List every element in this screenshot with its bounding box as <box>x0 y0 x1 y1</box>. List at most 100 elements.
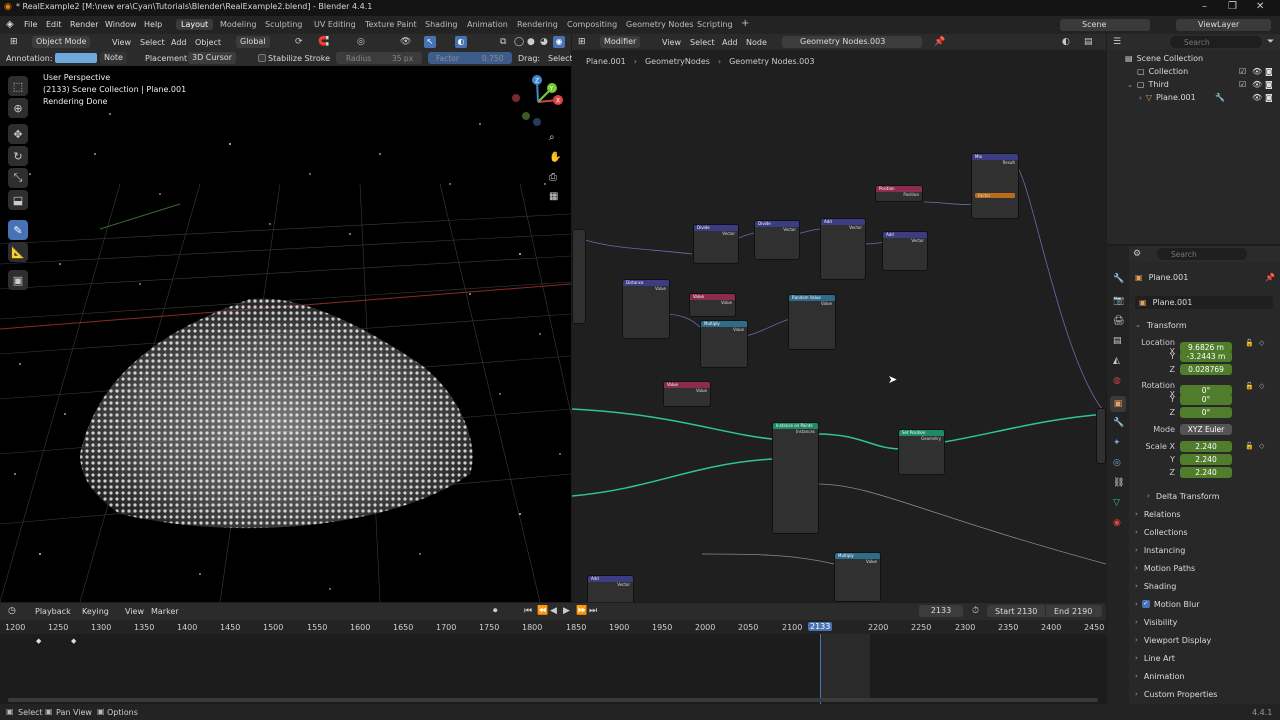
pin-icon[interactable]: 📌 <box>934 37 945 47</box>
play-icon[interactable]: ▶ <box>563 606 570 616</box>
snap-icon[interactable]: 🧲 <box>318 37 329 47</box>
view-layer-tab-icon[interactable]: ▤ <box>1113 336 1122 346</box>
panel-relations[interactable]: › Relations <box>1135 506 1181 522</box>
node-multiply-2[interactable]: Multiply Value <box>834 552 881 602</box>
panel-motion-blur[interactable]: › ✓ Motion Blur <box>1135 596 1200 612</box>
tab-animation[interactable]: Animation <box>462 19 513 30</box>
outliner-type-icon[interactable]: ☰ <box>1113 37 1121 47</box>
close-button[interactable]: ✕ <box>1256 1 1264 12</box>
stopwatch-icon[interactable]: ⏱ <box>972 606 979 616</box>
tab-uv-editing[interactable]: UV Editing <box>309 19 361 30</box>
checkbox-icon[interactable]: ☑ <box>1239 67 1246 76</box>
tab-rendering[interactable]: Rendering <box>512 19 563 30</box>
tab-geometry-nodes[interactable]: Geometry Nodes <box>621 19 698 30</box>
timeline-menu-keying[interactable]: Keying <box>82 607 109 616</box>
breadcrumb-object[interactable]: Plane.001 <box>586 57 626 66</box>
gizmo-toggle-icon[interactable]: ↖ <box>424 36 436 48</box>
modifier-wrench-icon[interactable]: 🔧 <box>1215 93 1225 102</box>
breadcrumb-modifier[interactable]: GeometryNodes <box>645 57 710 66</box>
camera-render-icon[interactable]: ◙ <box>1265 67 1273 76</box>
node-add-3[interactable]: Add Vector <box>587 575 634 602</box>
output-tab-icon[interactable]: 🖨 <box>1113 316 1124 326</box>
camera-icon[interactable]: ⎙ <box>549 172 557 183</box>
timeline-menu-playback[interactable]: Playback <box>35 607 71 616</box>
node-tree-selector[interactable]: Geometry Nodes.003 <box>782 36 922 48</box>
viewport-menu-select[interactable]: Select <box>140 38 165 47</box>
lock-icon[interactable]: 🔓 <box>1245 339 1254 347</box>
menu-render[interactable]: Render <box>70 20 98 29</box>
node-editor[interactable]: Divide Vector Divide Vector Add Vector A… <box>572 34 1106 602</box>
scene-selector[interactable]: Scene <box>1060 19 1150 31</box>
tab-scripting[interactable]: Scripting <box>692 19 738 30</box>
playhead-line[interactable] <box>820 634 821 704</box>
tab-sculpting[interactable]: Sculpting <box>260 19 307 30</box>
keyframe-diamond-icon[interactable]: ◇ <box>1259 442 1264 450</box>
node-offscreen-right[interactable] <box>1096 408 1106 464</box>
annotation-color-swatch[interactable] <box>55 53 97 63</box>
outliner-row-plane[interactable]: › ▽ Plane.001 🔧 👁 ◙ <box>1107 91 1280 104</box>
panel-shading[interactable]: › Shading <box>1135 578 1176 594</box>
xray-icon[interactable]: ⧉ <box>500 37 506 47</box>
select-box-tool-icon[interactable]: ⬚ <box>8 76 28 96</box>
outliner-row-scene-collection[interactable]: ▤ Scene Collection <box>1107 52 1280 65</box>
panel-collections[interactable]: › Collections <box>1135 524 1188 540</box>
add-workspace-button[interactable]: + <box>736 17 754 30</box>
editor-type-icon[interactable]: ⊞ <box>10 37 18 47</box>
scale-tool-icon[interactable]: ⤡ <box>8 168 28 188</box>
outliner-search[interactable]: Search <box>1170 36 1262 48</box>
jump-end-icon[interactable]: ⏭ <box>589 606 597 616</box>
maximize-button[interactable]: ❐ <box>1228 1 1237 12</box>
panel-animation[interactable]: › Animation <box>1135 668 1185 684</box>
jump-start-icon[interactable]: ⏮ <box>524 606 532 616</box>
camera-render-icon[interactable]: ◙ <box>1265 93 1273 102</box>
grid-toggle-icon[interactable]: ▦ <box>549 191 558 202</box>
breadcrumb-tree[interactable]: Geometry Nodes.003 <box>729 57 814 66</box>
cursor-tool-icon[interactable]: ⊕ <box>8 98 28 118</box>
object-tab-icon[interactable]: ▣ <box>1110 396 1126 412</box>
node-add-1[interactable]: Add Vector <box>820 218 866 280</box>
node-menu-select[interactable]: Select <box>690 38 715 47</box>
node-random-value[interactable]: Random Value Value <box>788 294 836 350</box>
render-tab-icon[interactable]: 📷 <box>1113 296 1124 306</box>
scale-z-field[interactable]: 2.240 <box>1180 467 1232 478</box>
placement-selector[interactable]: 3D Cursor <box>188 52 237 64</box>
measure-tool-icon[interactable]: 📐 <box>8 242 28 262</box>
camera-render-icon[interactable]: ◙ <box>1265 80 1273 89</box>
scene-tab-icon[interactable]: ◭ <box>1113 356 1120 366</box>
panel-visibility[interactable]: › Visibility <box>1135 614 1177 630</box>
node-distance[interactable]: Distance Value <box>622 279 670 339</box>
timeline-scrollbar[interactable] <box>8 698 1098 702</box>
menu-edit[interactable]: Edit <box>46 20 62 29</box>
keyframe-diamond-icon[interactable]: ◆ <box>36 637 41 645</box>
node-set-position[interactable]: Set Position Geometry <box>898 429 945 475</box>
world-tab-icon[interactable]: ◍ <box>1113 376 1121 386</box>
timeline-ruler[interactable]: 1200 1250 1300 1350 1400 1450 1500 1550 … <box>0 620 1106 634</box>
node-menu-view[interactable]: View <box>662 38 681 47</box>
tab-layout[interactable]: Layout <box>176 19 214 30</box>
node-menu-node[interactable]: Node <box>746 38 767 47</box>
constraints-tab-icon[interactable]: ⛓ <box>1113 478 1124 488</box>
overlay-icon[interactable]: ◐ <box>1062 37 1070 47</box>
view-layer-selector[interactable]: ViewLayer <box>1176 19 1271 31</box>
data-tab-icon[interactable]: ▽ <box>1113 498 1120 508</box>
node-editor-context-selector[interactable]: Modifier <box>600 36 641 48</box>
lock-icon[interactable]: 🔓 <box>1245 442 1254 450</box>
visibility-icon[interactable]: 👁 <box>400 37 411 47</box>
expand-arrow-icon[interactable]: ⌄ <box>1127 81 1133 89</box>
collapse-arrow-icon[interactable]: › <box>1139 94 1142 102</box>
object-name[interactable]: Plane.001 <box>1149 273 1189 282</box>
location-y-field[interactable]: -3.2443 m <box>1180 351 1232 362</box>
panel-motion-paths[interactable]: › Motion Paths <box>1135 560 1195 576</box>
minimize-button[interactable]: – <box>1202 1 1207 12</box>
scale-y-field[interactable]: 2.240 <box>1180 454 1232 465</box>
tool-tab-icon[interactable]: 🔧 <box>1113 274 1124 284</box>
node-menu-add[interactable]: Add <box>722 38 738 47</box>
drag-value[interactable]: Select <box>548 54 573 63</box>
prev-keyframe-icon[interactable]: ⏪ <box>537 606 548 616</box>
solid-shading-icon[interactable]: ● <box>527 37 535 47</box>
node-divide-1[interactable]: Divide Vector <box>693 224 739 264</box>
start-frame-field[interactable]: Start 2130 <box>987 605 1045 617</box>
outliner-row-collection[interactable]: ▢ Collection ☑ 👁 ◙ <box>1107 65 1280 78</box>
node-value-2[interactable]: Value Value <box>663 381 711 407</box>
end-frame-field[interactable]: End 2190 <box>1046 605 1102 617</box>
